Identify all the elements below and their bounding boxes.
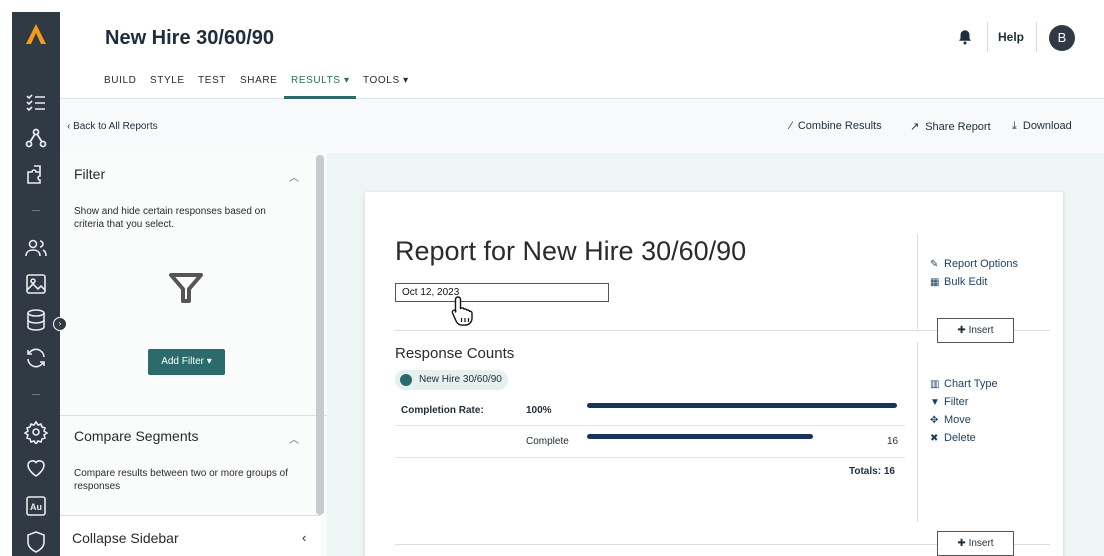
- pointer-hand-icon: [451, 296, 473, 326]
- report-toolbar: ‹ Back to All Reports ⁄ Combine Results ↗…: [60, 99, 1104, 153]
- download-icon: ⤓: [1012, 120, 1017, 132]
- heart-icon[interactable]: [24, 456, 48, 480]
- report-options-link[interactable]: ✎ Report Options: [930, 258, 1018, 270]
- tab-share[interactable]: SHARE: [240, 75, 277, 86]
- collapse-sidebar-label: Collapse Sidebar: [72, 530, 179, 546]
- sidebar: Filter ︿ Show and hide certain responses…: [60, 153, 327, 556]
- insert-button-2[interactable]: ✚ Insert: [937, 531, 1014, 556]
- filter-description: Show and hide certain responses based on…: [74, 206, 266, 230]
- share-report-button[interactable]: ↗ Share Report: [910, 120, 991, 133]
- collapse-sidebar-button[interactable]: Collapse Sidebar ‹: [60, 515, 320, 556]
- complete-count: 16: [887, 436, 899, 447]
- compare-segments-title: Compare Segments: [74, 428, 199, 444]
- tab-test[interactable]: TEST: [198, 75, 226, 86]
- help-link[interactable]: Help: [998, 30, 1024, 44]
- expand-rail-button[interactable]: ›: [53, 317, 67, 331]
- completion-rate-label: Completion Rate:: [401, 405, 484, 416]
- list-icon: [400, 374, 412, 386]
- shield-icon[interactable]: [24, 530, 48, 554]
- bell-icon[interactable]: [956, 28, 974, 46]
- compare-collapse-toggle[interactable]: ︿: [289, 431, 299, 446]
- combine-results-button[interactable]: ⁄ Combine Results: [790, 120, 882, 132]
- app-window: Au › New Hire 30/60/90 Help B BUILD STYL…: [0, 0, 1104, 556]
- completion-rate-value: 100%: [526, 405, 552, 416]
- delete-icon: ✖: [930, 433, 939, 444]
- avatar[interactable]: B: [1049, 25, 1075, 51]
- tab-results[interactable]: RESULTS ▾: [291, 75, 350, 86]
- filter-icon: ▼: [930, 397, 940, 408]
- table-icon: ▦: [930, 277, 940, 288]
- report-canvas: Report for New Hire 30/60/90 ✎Report Opt…: [327, 153, 1104, 556]
- tab-style[interactable]: STYLE: [150, 75, 185, 86]
- filter-collapse-toggle[interactable]: ︿: [289, 169, 299, 184]
- compare-description: Compare results between two or more grou…: [74, 468, 288, 492]
- move-link[interactable]: ✥ Move: [930, 414, 971, 426]
- filter-title: Filter: [74, 166, 106, 182]
- survey-tag: New Hire 30/60/90: [395, 370, 508, 390]
- tab-tools[interactable]: TOOLS ▾: [363, 75, 409, 86]
- pencil-icon: ✎: [930, 259, 939, 270]
- au-icon[interactable]: Au: [24, 494, 48, 518]
- delete-link[interactable]: ✖ Delete: [930, 432, 976, 444]
- image-icon[interactable]: [24, 272, 48, 296]
- report-date-field[interactable]: [395, 283, 609, 302]
- wand-icon: ⁄: [790, 120, 792, 132]
- logo-icon[interactable]: [24, 22, 48, 46]
- funnel-icon: [169, 273, 203, 303]
- gear-icon[interactable]: [24, 420, 48, 444]
- puzzle-icon[interactable]: [24, 162, 48, 186]
- network-icon[interactable]: [24, 126, 48, 150]
- nav-tabs: BUILD STYLE TEST SHARE RESULTS ▾ TOOLS ▾: [60, 64, 1104, 99]
- filter-link[interactable]: ▼ Filter: [930, 396, 968, 408]
- totals-label: Totals: 16: [849, 466, 895, 477]
- svg-text:Au: Au: [30, 502, 42, 512]
- report-title[interactable]: Report for New Hire 30/60/90: [395, 236, 746, 267]
- left-rail: Au: [12, 12, 60, 556]
- move-icon: ✥: [930, 415, 939, 426]
- header: New Hire 30/60/90 Help B: [60, 12, 1104, 64]
- users-icon[interactable]: [24, 236, 48, 260]
- bulk-edit-link[interactable]: ▦ Bulk Edit: [930, 276, 987, 288]
- bar-chart-icon: ▥: [930, 379, 940, 390]
- chevron-left-icon: ‹: [302, 530, 307, 545]
- tab-build[interactable]: BUILD: [104, 75, 136, 86]
- completion-rate-bar: [587, 403, 897, 408]
- chart-type-link[interactable]: ▥ Chart Type: [930, 378, 998, 390]
- insert-button[interactable]: ✚ Insert: [937, 318, 1014, 343]
- response-counts-title: Response Counts: [395, 345, 515, 362]
- page-title: New Hire 30/60/90: [105, 27, 274, 49]
- sync-icon[interactable]: [24, 346, 48, 370]
- complete-bar: [587, 434, 814, 439]
- sidebar-scrollbar[interactable]: [316, 155, 324, 515]
- back-to-reports-link[interactable]: ‹ Back to All Reports: [67, 121, 158, 132]
- complete-label: Complete: [526, 436, 569, 447]
- add-filter-button[interactable]: Add Filter ▾: [148, 349, 225, 375]
- checklist-icon[interactable]: [24, 90, 48, 114]
- report-card: Report for New Hire 30/60/90 ✎Report Opt…: [365, 192, 1063, 556]
- database-icon[interactable]: [24, 308, 48, 332]
- share-icon: ↗: [910, 121, 920, 133]
- download-button[interactable]: ⤓ Download: [1012, 120, 1072, 133]
